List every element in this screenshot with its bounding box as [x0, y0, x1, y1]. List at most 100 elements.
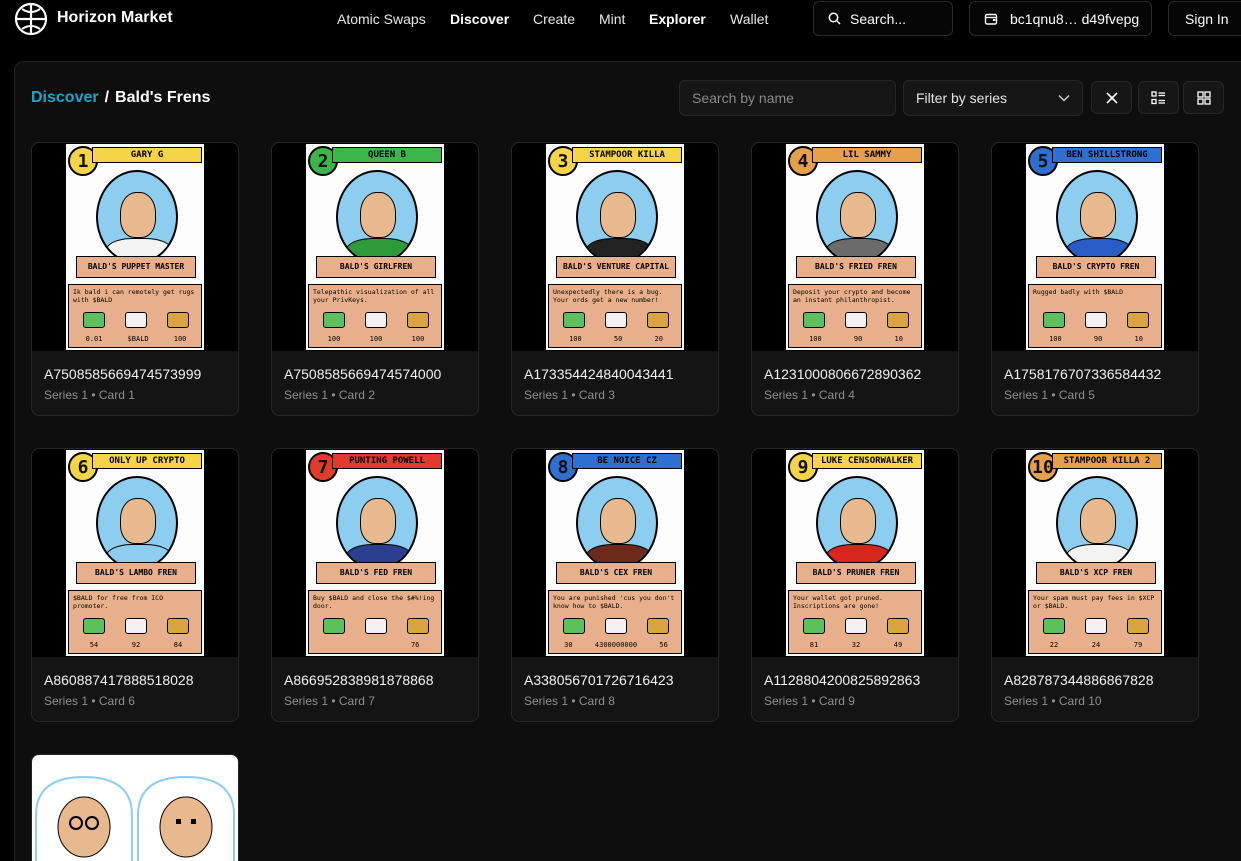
- clear-filters-button[interactable]: [1091, 81, 1132, 114]
- card-item-icon: [1043, 312, 1065, 328]
- card-title-banner: BALD'S CEX FREN: [556, 562, 676, 584]
- card-name-bar: BE NOICE CZ: [572, 453, 682, 469]
- card-name-bar: PUNTING POWELL: [332, 453, 442, 469]
- card-series-meta: Series 1 • Card 1: [44, 388, 135, 402]
- card-artwork[interactable]: 4 LIL SAMMY BALD'S FRIED FREN Deposit yo…: [752, 143, 958, 351]
- card-ability-text: Your spam must pay fees in $XCP or $BALD…: [1033, 594, 1155, 610]
- card-stat: 100: [809, 335, 822, 343]
- card-name-bar: LIL SAMMY: [812, 147, 922, 163]
- card-artwork[interactable]: 5 BEN SHILLSTRONG BALD'S CRYPTO FREN Rug…: [992, 143, 1198, 351]
- card-artwork[interactable]: 2 QUEEN B BALD'S GIRLFREN Telepathic vis…: [272, 143, 478, 351]
- card-artwork[interactable]: [32, 755, 238, 861]
- card-series-meta: Series 1 • Card 10: [1004, 694, 1102, 708]
- card-inscription-id[interactable]: A338056701726716423: [524, 672, 674, 688]
- chevron-down-icon: [1058, 94, 1070, 102]
- card-name-bar: QUEEN B: [332, 147, 442, 163]
- card-item-icon: [365, 618, 387, 634]
- grid-view-button[interactable]: [1183, 81, 1224, 114]
- card-inscription-id[interactable]: A866952838981878868: [284, 672, 434, 688]
- card-stats: 81 32 49: [793, 641, 919, 649]
- card-item-icon: [605, 312, 627, 328]
- card-ability-text: You are punished 'cus you don't know how…: [553, 594, 675, 610]
- nft-card[interactable]: 9 LUKE CENSORWALKER BALD'S PRUNER FREN Y…: [751, 448, 959, 722]
- nft-card[interactable]: 8 BE NOICE CZ BALD'S CEX FREN You are pu…: [511, 448, 719, 722]
- card-stat: 100: [411, 335, 425, 343]
- global-search-button[interactable]: Search...: [813, 1, 953, 36]
- card-series-meta: Series 1 • Card 8: [524, 694, 615, 708]
- nav-link-create[interactable]: Create: [533, 11, 575, 27]
- nft-card[interactable]: 10 STAMPOOR KILLA 2 BALD'S XCP FREN Your…: [991, 448, 1199, 722]
- card-illustration: 2 QUEEN B BALD'S GIRLFREN Telepathic vis…: [305, 143, 445, 351]
- nft-card[interactable]: 7 PUNTING POWELL BALD'S FED FREN Buy $BA…: [271, 448, 479, 722]
- card-artwork[interactable]: 7 PUNTING POWELL BALD'S FED FREN Buy $BA…: [272, 449, 478, 657]
- card-title-banner: BALD'S LAMBO FREN: [76, 562, 196, 584]
- card-inscription-id[interactable]: A1128804200825892863: [764, 672, 920, 688]
- portrait-head: [1080, 192, 1116, 238]
- brand-name[interactable]: Horizon Market: [57, 9, 173, 27]
- card-item-icon: [605, 618, 627, 634]
- list-view-button[interactable]: [1138, 81, 1179, 114]
- nav-link-discover[interactable]: Discover: [450, 11, 509, 27]
- wallet-address-button[interactable]: bc1qnu8… d49fvepg: [969, 1, 1152, 36]
- global-search-label: Search...: [850, 10, 907, 27]
- nft-card[interactable]: 2 QUEEN B BALD'S GIRLFREN Telepathic vis…: [271, 142, 479, 416]
- card-items: [553, 307, 679, 333]
- card-item-icon: [1085, 312, 1107, 328]
- nav-link-wallet[interactable]: Wallet: [730, 11, 768, 27]
- name-search-field[interactable]: [679, 80, 896, 116]
- card-items: [1033, 613, 1159, 639]
- card-items: [73, 307, 199, 333]
- card-artwork[interactable]: 6 ONLY UP CRYPTO BALD'S LAMBO FREN $BALD…: [32, 449, 238, 657]
- card-inscription-id[interactable]: A7508585669474574000: [284, 366, 441, 382]
- card-inscription-id[interactable]: A17335442484004344​1: [524, 366, 674, 382]
- nav-link-explorer[interactable]: Explorer: [649, 11, 706, 27]
- nft-card[interactable]: 3 STAMPOOR KILLA BALD'S VENTURE CAPITAL …: [511, 142, 719, 416]
- card-artwork[interactable]: 10 STAMPOOR KILLA 2 BALD'S XCP FREN Your…: [992, 449, 1198, 657]
- card-inscription-id[interactable]: A860887417888518028: [44, 672, 194, 688]
- card-inscription-id[interactable]: A1758176707336584432: [1004, 366, 1161, 382]
- card-stats: 100 90 10: [1033, 335, 1159, 343]
- card-item-icon: [365, 312, 387, 328]
- card-stat: 90: [1093, 335, 1103, 343]
- card-name-bar: STAMPOOR KILLA 2: [1052, 453, 1162, 469]
- breadcrumb-discover-link[interactable]: Discover: [31, 89, 99, 106]
- card-stat: 50: [613, 335, 623, 343]
- portrait-head: [600, 498, 636, 544]
- card-illustration: 10 STAMPOOR KILLA 2 BALD'S XCP FREN Your…: [1025, 449, 1165, 657]
- portrait-head: [1080, 498, 1116, 544]
- nft-card[interactable]: 6 ONLY UP CRYPTO BALD'S LAMBO FREN $BALD…: [31, 448, 239, 722]
- nft-card[interactable]: 5 BEN SHILLSTRONG BALD'S CRYPTO FREN Rug…: [991, 142, 1199, 416]
- card-item-icon: [407, 312, 429, 328]
- card-artwork[interactable]: 8 BE NOICE CZ BALD'S CEX FREN You are pu…: [512, 449, 718, 657]
- card-ability-text: Your wallet got pruned. Inscriptions are…: [793, 594, 884, 610]
- series-filter-select[interactable]: Filter by series: [903, 80, 1083, 116]
- portrait-oval: [576, 170, 658, 264]
- card-artwork[interactable]: 1 GARY G BALD'S PUPPET MASTER Ik bald i …: [32, 143, 238, 351]
- card-item-icon: [1127, 618, 1149, 634]
- card-inscription-id[interactable]: A1231000806672890362: [764, 366, 921, 382]
- card-item-icon: [83, 618, 105, 634]
- portrait-head: [120, 192, 156, 238]
- card-ability-text: Rugged badly with $BALD: [1033, 288, 1124, 296]
- nav-link-mint[interactable]: Mint: [599, 11, 625, 27]
- sign-in-button[interactable]: Sign In: [1168, 1, 1241, 36]
- nav-link-atomic-swaps[interactable]: Atomic Swaps: [337, 11, 426, 27]
- card-ability-text: Telepathic visualization of all your Pri…: [313, 288, 435, 304]
- card-stat: 4300000000: [594, 641, 638, 649]
- card-item-icon: [887, 312, 909, 328]
- card-stat: 79: [1133, 641, 1143, 649]
- portrait-head: [840, 498, 876, 544]
- nft-card-partial[interactable]: [31, 754, 239, 861]
- card-item-icon: [803, 618, 825, 634]
- card-inscription-id[interactable]: A828787344886867828: [1004, 672, 1154, 688]
- nft-card[interactable]: 4 LIL SAMMY BALD'S FRIED FREN Deposit yo…: [751, 142, 959, 416]
- portrait-head: [120, 498, 156, 544]
- card-artwork[interactable]: 3 STAMPOOR KILLA BALD'S VENTURE CAPITAL …: [512, 143, 718, 351]
- card-illustration-partial: [35, 775, 235, 861]
- card-artwork[interactable]: 9 LUKE CENSORWALKER BALD'S PRUNER FREN Y…: [752, 449, 958, 657]
- name-search-input[interactable]: [692, 90, 887, 106]
- horizon-logo-icon[interactable]: [14, 2, 48, 36]
- card-inscription-id[interactable]: A7508585669474573999: [44, 366, 201, 382]
- card-item-icon: [563, 312, 585, 328]
- nft-card[interactable]: 1 GARY G BALD'S PUPPET MASTER Ik bald i …: [31, 142, 239, 416]
